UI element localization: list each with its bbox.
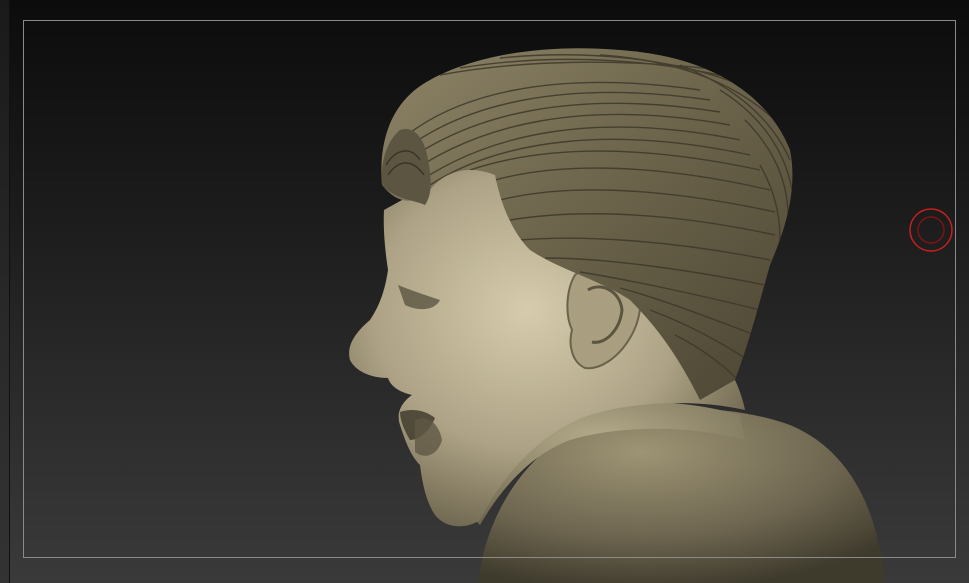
- sculpt-viewport[interactable]: [0, 0, 969, 583]
- brush-cursor-icon: [909, 208, 953, 252]
- sculpted-model[interactable]: [0, 0, 969, 583]
